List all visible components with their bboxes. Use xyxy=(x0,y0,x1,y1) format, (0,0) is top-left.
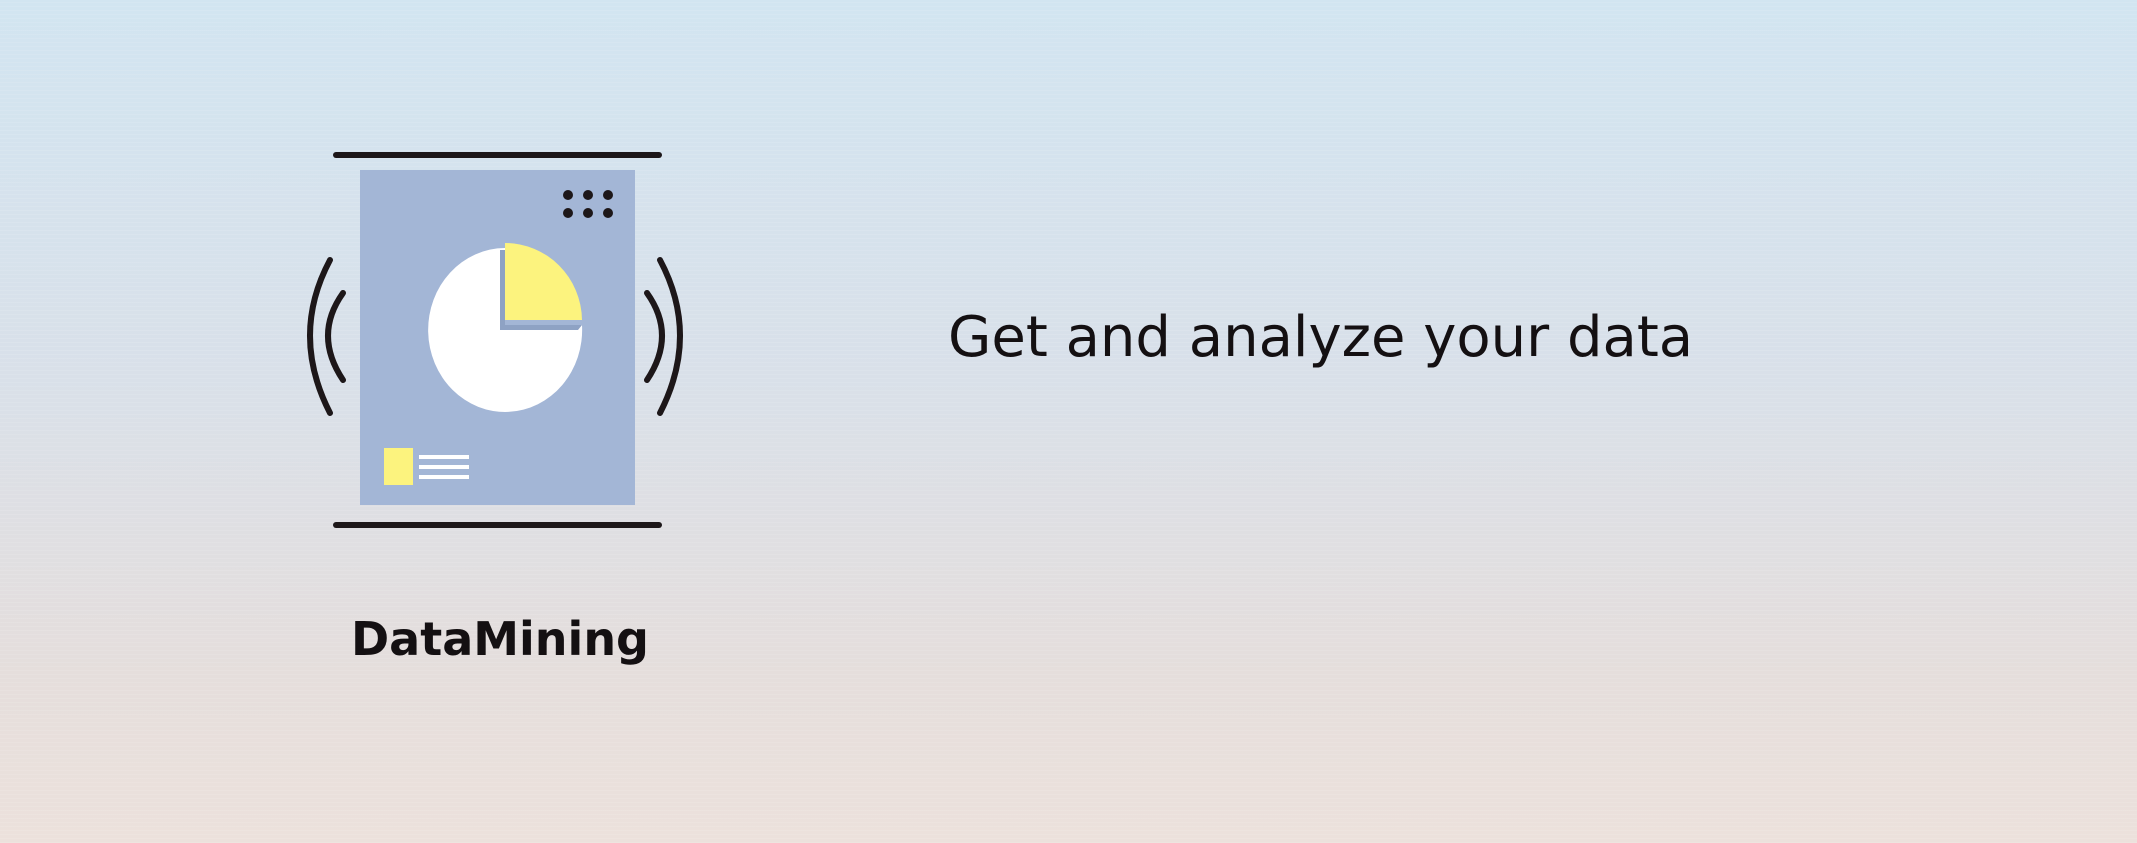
app-name: DataMining xyxy=(351,612,649,666)
legend-lines-icon xyxy=(419,455,469,479)
data-analysis-icon xyxy=(307,152,683,528)
signal-waves-left-icon xyxy=(307,257,346,416)
legend-swatch xyxy=(384,448,413,485)
signal-waves-right-icon xyxy=(644,257,683,416)
tagline: Get and analyze your data xyxy=(948,305,1694,370)
